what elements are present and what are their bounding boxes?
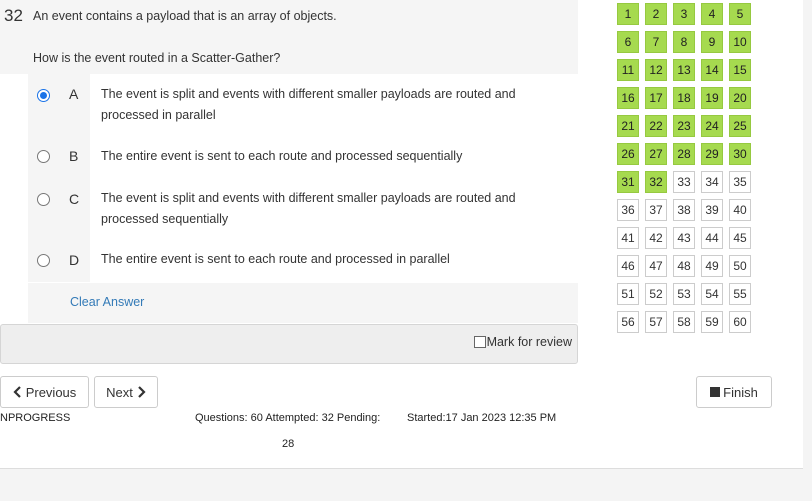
clear-answer-link[interactable]: Clear Answer — [70, 295, 144, 309]
option-c-radio[interactable] — [37, 193, 50, 206]
question-header: 32 An event contains a payload that is a… — [0, 0, 578, 74]
question-nav-12[interactable]: 12 — [645, 59, 667, 81]
question-nav-42[interactable]: 42 — [645, 227, 667, 249]
question-nav-18[interactable]: 18 — [673, 87, 695, 109]
option-b-radio[interactable] — [37, 150, 50, 163]
option-d-letter: D — [69, 252, 80, 268]
finish-button[interactable]: Finish — [696, 376, 772, 408]
question-nav-14[interactable]: 14 — [701, 59, 723, 81]
question-nav-5[interactable]: 5 — [729, 3, 751, 25]
question-prompt: How is the event routed in a Scatter-Gat… — [33, 51, 281, 65]
exam-app: 32 An event contains a payload that is a… — [0, 0, 812, 501]
question-number: 32 — [4, 6, 23, 25]
mark-for-review-checkbox[interactable] — [473, 336, 486, 348]
chevron-right-icon — [138, 386, 146, 398]
question-nav-15[interactable]: 15 — [729, 59, 751, 81]
question-nav-46[interactable]: 46 — [617, 255, 639, 277]
question-nav-56[interactable]: 56 — [617, 311, 639, 333]
question-nav-26[interactable]: 26 — [617, 143, 639, 165]
question-nav-31[interactable]: 31 — [617, 171, 639, 193]
question-nav-60[interactable]: 60 — [729, 311, 751, 333]
next-button[interactable]: Next — [94, 376, 158, 408]
question-nav-11[interactable]: 11 — [617, 59, 639, 81]
question-nav-55[interactable]: 55 — [729, 283, 751, 305]
clear-answer-bar: Clear Answer — [28, 283, 578, 323]
question-nav-35[interactable]: 35 — [729, 171, 751, 193]
exam-status: NPROGRESS — [0, 412, 71, 424]
option-d-radio[interactable] — [37, 254, 50, 267]
question-nav-43[interactable]: 43 — [673, 227, 695, 249]
question-nav-51[interactable]: 51 — [617, 283, 639, 305]
question-nav-34[interactable]: 34 — [701, 171, 723, 193]
question-nav-53[interactable]: 53 — [673, 283, 695, 305]
question-nav-8[interactable]: 8 — [673, 31, 695, 53]
question-nav-49[interactable]: 49 — [701, 255, 723, 277]
option-a-radio[interactable] — [37, 89, 50, 102]
question-nav-23[interactable]: 23 — [673, 115, 695, 137]
question-text: An event contains a payload that is an a… — [33, 9, 337, 23]
question-panel: 32 An event contains a payload that is a… — [0, 0, 803, 469]
question-nav-47[interactable]: 47 — [645, 255, 667, 277]
question-nav-48[interactable]: 48 — [673, 255, 695, 277]
question-nav-54[interactable]: 54 — [701, 283, 723, 305]
question-nav-38[interactable]: 38 — [673, 199, 695, 221]
question-nav-36[interactable]: 36 — [617, 199, 639, 221]
question-nav-9[interactable]: 9 — [701, 31, 723, 53]
question-nav-13[interactable]: 13 — [673, 59, 695, 81]
chevron-left-icon — [13, 386, 21, 398]
question-nav-27[interactable]: 27 — [645, 143, 667, 165]
question-nav-25[interactable]: 25 — [729, 115, 751, 137]
question-nav-41[interactable]: 41 — [617, 227, 639, 249]
question-nav-22[interactable]: 22 — [645, 115, 667, 137]
question-nav-32[interactable]: 32 — [645, 171, 667, 193]
finish-label: Finish — [723, 384, 758, 400]
question-nav-33[interactable]: 33 — [673, 171, 695, 193]
option-a-text: The event is split and events with diffe… — [101, 87, 516, 122]
question-nav-52[interactable]: 52 — [645, 283, 667, 305]
question-nav-57[interactable]: 57 — [645, 311, 667, 333]
pending-count: 28 — [282, 438, 295, 450]
option-b-letter: B — [69, 148, 79, 164]
started-time: Started:17 Jan 2023 12:35 PM — [407, 412, 557, 424]
question-nav-37[interactable]: 37 — [645, 199, 667, 221]
mark-for-review-label: Mark for review — [486, 335, 572, 349]
option-c-letter: C — [69, 191, 80, 207]
previous-button[interactable]: Previous — [0, 376, 89, 408]
option-d-text: The entire event is sent to each route a… — [101, 252, 450, 266]
question-nav-3[interactable]: 3 — [673, 3, 695, 25]
question-nav-10[interactable]: 10 — [729, 31, 751, 53]
review-bar: Mark for review — [0, 324, 578, 364]
question-stats: Questions: 60 Attempted: 32 Pending: — [195, 412, 381, 424]
question-nav-44[interactable]: 44 — [701, 227, 723, 249]
question-nav-40[interactable]: 40 — [729, 199, 751, 221]
options-gutter — [28, 74, 90, 282]
question-nav-19[interactable]: 19 — [701, 87, 723, 109]
option-c-text: The event is split and events with diffe… — [101, 191, 516, 226]
question-nav-2[interactable]: 2 — [645, 3, 667, 25]
question-nav-7[interactable]: 7 — [645, 31, 667, 53]
stop-icon — [710, 387, 721, 397]
question-nav-24[interactable]: 24 — [701, 115, 723, 137]
previous-label: Previous — [25, 384, 77, 400]
question-nav-16[interactable]: 16 — [617, 87, 639, 109]
question-nav-28[interactable]: 28 — [673, 143, 695, 165]
question-nav-1[interactable]: 1 — [617, 3, 639, 25]
option-a-letter: A — [69, 86, 79, 102]
next-label: Next — [106, 384, 133, 400]
mark-for-review[interactable]: Mark for review — [473, 335, 572, 349]
question-nav-45[interactable]: 45 — [729, 227, 751, 249]
question-nav-20[interactable]: 20 — [729, 87, 751, 109]
question-nav-17[interactable]: 17 — [645, 87, 667, 109]
question-nav-4[interactable]: 4 — [701, 3, 723, 25]
question-nav-59[interactable]: 59 — [701, 311, 723, 333]
question-nav-58[interactable]: 58 — [673, 311, 695, 333]
question-nav-50[interactable]: 50 — [729, 255, 751, 277]
question-nav-6[interactable]: 6 — [617, 31, 639, 53]
question-nav-39[interactable]: 39 — [701, 199, 723, 221]
question-nav-21[interactable]: 21 — [617, 115, 639, 137]
option-b-text: The entire event is sent to each route a… — [101, 149, 463, 163]
question-nav-30[interactable]: 30 — [729, 143, 751, 165]
question-nav-29[interactable]: 29 — [701, 143, 723, 165]
